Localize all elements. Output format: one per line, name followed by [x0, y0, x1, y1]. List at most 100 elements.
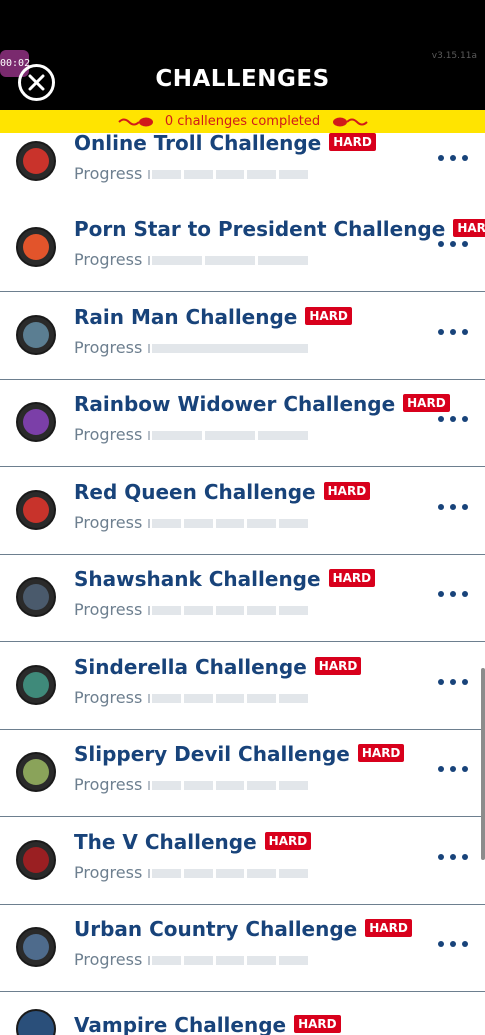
challenge-badge-icon: [16, 577, 56, 617]
challenge-badge-icon: [16, 927, 56, 967]
progress-segment: [247, 693, 277, 703]
challenge-row[interactable]: Slippery Devil Challenge HARD Progress: [0, 730, 485, 817]
progress-bar: [148, 343, 308, 353]
progress-segment: [205, 256, 255, 265]
more-options-icon[interactable]: [438, 941, 472, 949]
progress-bar: [148, 868, 308, 878]
dot: [438, 328, 444, 335]
more-options-icon[interactable]: [438, 416, 472, 424]
dot: [450, 941, 456, 947]
progress-bar: [148, 518, 308, 528]
challenge-badge-icon: [16, 402, 56, 442]
progress-label: Progress: [74, 164, 143, 183]
more-options-icon[interactable]: [438, 155, 472, 163]
progress-label: Progress: [74, 512, 143, 532]
progress-segment: [183, 518, 213, 528]
progress-segment: [247, 781, 277, 790]
dot: [462, 503, 468, 510]
progress-bar: [148, 431, 308, 440]
progress-segment: [247, 518, 277, 528]
challenge-title: Sinderella Challenge HARD: [74, 655, 362, 679]
dot: [438, 853, 444, 860]
badge-emblem: [23, 148, 49, 174]
more-options-icon[interactable]: [438, 766, 472, 774]
progress-segment: [279, 170, 308, 179]
challenge-row[interactable]: Red Queen Challenge HARD Progress: [0, 467, 485, 555]
more-options-icon[interactable]: [438, 328, 472, 337]
challenge-title: Online Troll Challenge HARD: [74, 131, 376, 155]
progress-segment: [279, 518, 308, 528]
challenge-row[interactable]: Online Troll Challenge HARD Progress: [0, 131, 485, 206]
difficulty-tag: HARD: [264, 831, 312, 850]
difficulty-tag: HARD: [329, 133, 376, 151]
top-bar: 00:02 CHALLENGES v3.15.11a: [0, 0, 485, 110]
challenge-title: Porn Star to President ChallengeHARD: [74, 217, 485, 241]
dot: [450, 241, 456, 247]
progress-bar: [148, 781, 308, 790]
progress-bar: [148, 693, 308, 703]
progress-segment: [183, 781, 213, 790]
progress-segment: [183, 693, 213, 703]
progress-segment: [215, 693, 245, 703]
dot: [438, 678, 444, 685]
badge-emblem: [23, 234, 49, 260]
progress-segment: [215, 170, 245, 179]
challenge-title: Vampire Challenge HARD: [74, 1013, 341, 1035]
progress-segment: [183, 170, 213, 179]
progress-segment: [152, 518, 181, 528]
progress-segment: [183, 956, 213, 965]
challenge-row[interactable]: Sinderella Challenge HARD Progress: [0, 642, 485, 730]
challenge-row[interactable]: Rain Man Challenge HARD Progress: [0, 292, 485, 380]
progress-label: Progress: [74, 775, 143, 794]
progress-segment: [279, 868, 308, 878]
dot: [450, 503, 456, 510]
challenge-row[interactable]: Rainbow Widower Challenge HARD Progress: [0, 380, 485, 467]
dot: [438, 155, 444, 161]
challenge-badge-icon: [16, 227, 56, 267]
dot: [462, 853, 468, 860]
challenge-badge-icon: [16, 1009, 56, 1035]
progress-segment: [258, 256, 308, 265]
badge-emblem: [23, 671, 49, 698]
challenge-badge-icon: [16, 314, 56, 355]
version-label: v3.15.11a: [431, 51, 477, 61]
challenge-row[interactable]: Shawshank Challenge HARD Progress: [0, 555, 485, 642]
difficulty-tag: HARD: [365, 919, 412, 937]
challenge-row[interactable]: Porn Star to President ChallengeHARD Prog…: [0, 205, 485, 292]
dot: [462, 766, 468, 772]
progress-label: Progress: [74, 425, 143, 444]
progress-bar: [148, 170, 308, 179]
challenge-row-partial[interactable]: Vampire Challenge HARD: [0, 995, 485, 1035]
progress-segment: [247, 606, 277, 615]
difficulty-tag: HARD: [305, 306, 352, 325]
progress-segment: [215, 956, 245, 965]
dot: [450, 591, 456, 597]
more-options-icon[interactable]: [438, 853, 472, 862]
progress-segment: [279, 606, 308, 615]
difficulty-tag: HARD: [403, 394, 450, 412]
progress-segment: [258, 431, 308, 440]
progress-segment: [205, 431, 255, 440]
progress-segment: [183, 606, 213, 615]
challenge-title: Slippery Devil Challenge HARD: [74, 742, 405, 766]
scrollbar[interactable]: [481, 668, 485, 860]
challenge-row[interactable]: The V Challenge HARD Progress: [0, 817, 485, 905]
challenge-title: Urban Country Challenge HARD: [74, 917, 412, 941]
difficulty-tag: HARD: [328, 569, 376, 587]
dot: [450, 328, 456, 335]
progress-segment: [152, 170, 181, 179]
more-options-icon[interactable]: [438, 591, 472, 599]
dot: [438, 503, 444, 510]
progress-segment: [247, 868, 277, 878]
challenge-title: Shawshank Challenge HARD: [74, 567, 376, 591]
more-options-icon[interactable]: [438, 503, 472, 512]
challenge-row[interactable]: Urban Country Challenge HARD Progress: [0, 905, 485, 992]
more-options-icon[interactable]: [438, 678, 472, 687]
challenges-completed-text: 0 challenges completed: [164, 114, 321, 129]
badge-emblem: [23, 759, 49, 785]
more-options-icon[interactable]: [438, 241, 472, 249]
progress-segment: [215, 518, 245, 528]
progress-label: Progress: [74, 950, 143, 969]
badge-emblem: [23, 846, 49, 873]
dot: [450, 853, 456, 860]
